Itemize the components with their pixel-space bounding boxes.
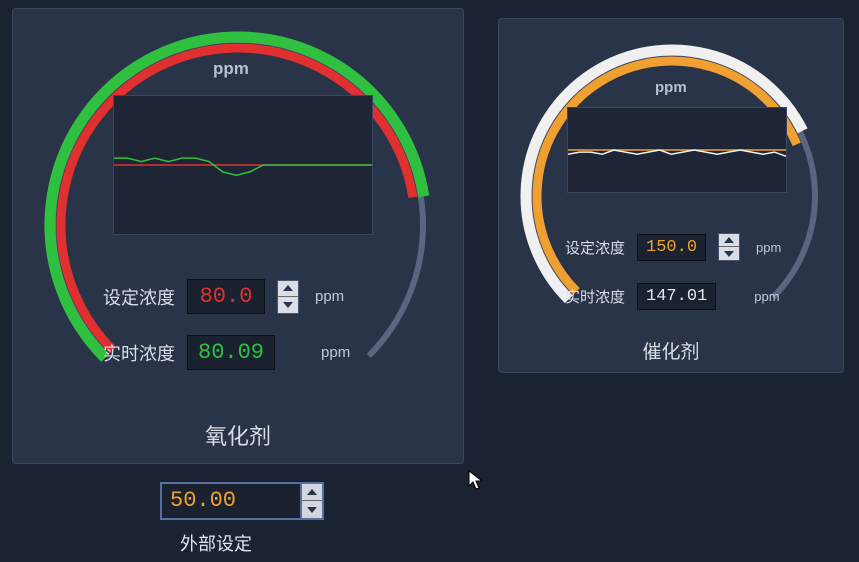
- oxidizer-set-down-button[interactable]: [278, 297, 298, 313]
- oxidizer-set-unit: ppm: [315, 288, 344, 305]
- oxidizer-title: 氧化剂: [13, 419, 463, 451]
- catalyst-set-up-button[interactable]: [719, 234, 739, 247]
- oxidizer-set-value[interactable]: 80.0: [187, 279, 265, 314]
- oxidizer-trend-chart: [113, 95, 373, 235]
- cursor-icon: [468, 470, 486, 492]
- oxidizer-rt-unit: ppm: [321, 344, 350, 361]
- oxidizer-set-up-button[interactable]: [278, 281, 298, 297]
- oxidizer-panel: ppm 设定浓度 80.0 ppm 实时浓度 80.09 ppm 氧化剂: [12, 8, 464, 464]
- catalyst-panel: ppm 设定浓度 150.0 ppm 实时浓度 147.01 ppm 催化剂: [498, 18, 844, 373]
- external-set-label: 外部设定: [180, 530, 252, 556]
- catalyst-set-value[interactable]: 150.0: [637, 234, 706, 261]
- oxidizer-set-spinner[interactable]: [277, 280, 299, 314]
- catalyst-set-label: 设定浓度: [565, 237, 625, 258]
- external-set-down-button[interactable]: [302, 501, 322, 518]
- catalyst-unit-label: ppm: [655, 79, 687, 96]
- catalyst-set-spinner[interactable]: [718, 233, 740, 261]
- oxidizer-set-label: 设定浓度: [103, 284, 175, 310]
- external-set-input[interactable]: 50.00: [160, 482, 324, 520]
- catalyst-rt-unit: ppm: [754, 289, 779, 304]
- oxidizer-unit-label: ppm: [213, 59, 249, 79]
- catalyst-set-down-button[interactable]: [719, 247, 739, 260]
- external-set-spinner[interactable]: [302, 482, 324, 520]
- oxidizer-rt-value: 80.09: [187, 335, 275, 370]
- catalyst-rt-label: 实时浓度: [565, 286, 625, 307]
- oxidizer-rt-label: 实时浓度: [103, 340, 175, 366]
- external-set-value[interactable]: 50.00: [160, 482, 302, 520]
- external-set-up-button[interactable]: [302, 484, 322, 501]
- catalyst-title: 催化剂: [499, 337, 843, 364]
- catalyst-set-unit: ppm: [756, 240, 781, 255]
- catalyst-rt-value: 147.01: [637, 283, 716, 310]
- catalyst-trend-chart: [567, 107, 787, 193]
